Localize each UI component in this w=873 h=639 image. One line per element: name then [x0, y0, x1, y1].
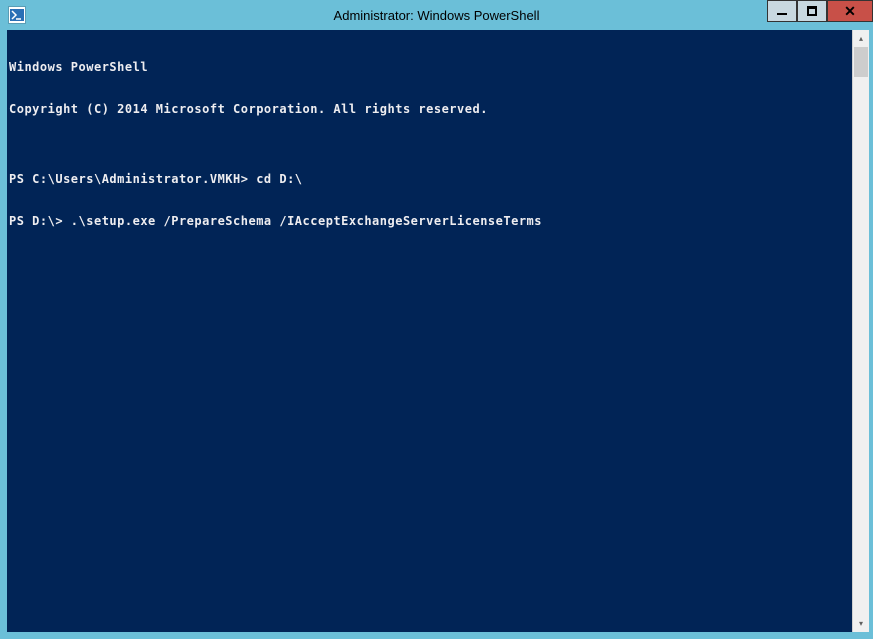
window-title: Administrator: Windows PowerShell: [0, 8, 873, 23]
scroll-down-button[interactable]: ▾: [853, 615, 869, 632]
scroll-thumb[interactable]: [854, 47, 868, 77]
terminal-line: PS D:\> .\setup.exe /PrepareSchema /IAcc…: [9, 214, 852, 228]
terminal-output[interactable]: Windows PowerShell Copyright (C) 2014 Mi…: [7, 30, 852, 632]
powershell-icon: [8, 6, 26, 24]
terminal-line: Copyright (C) 2014 Microsoft Corporation…: [9, 102, 852, 116]
minimize-button[interactable]: [767, 0, 797, 22]
chevron-up-icon: ▴: [859, 34, 863, 43]
terminal-line: PS C:\Users\Administrator.VMKH> cd D:\: [9, 172, 852, 186]
titlebar: Administrator: Windows PowerShell ✕: [0, 0, 873, 30]
chevron-down-icon: ▾: [859, 619, 863, 628]
close-button[interactable]: ✕: [827, 0, 873, 22]
terminal-line: Windows PowerShell: [9, 60, 852, 74]
window-controls: ✕: [767, 0, 873, 22]
vertical-scrollbar[interactable]: ▴ ▾: [852, 30, 869, 632]
maximize-icon: [807, 6, 817, 16]
scroll-up-button[interactable]: ▴: [853, 30, 869, 47]
maximize-button[interactable]: [797, 0, 827, 22]
close-icon: ✕: [844, 4, 856, 18]
terminal-area: Windows PowerShell Copyright (C) 2014 Mi…: [7, 30, 869, 632]
minimize-icon: [777, 13, 787, 15]
